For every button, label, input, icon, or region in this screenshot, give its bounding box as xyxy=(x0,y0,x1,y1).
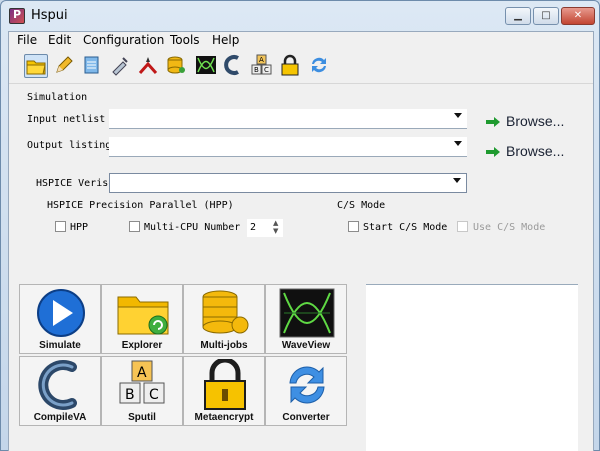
input-browse-button[interactable]: Browse... xyxy=(486,113,565,129)
menu-file[interactable]: File xyxy=(17,33,37,47)
multi-jobs-label: Multi-jobs xyxy=(200,340,248,351)
output-listing-combo[interactable] xyxy=(109,137,467,157)
svg-text:B: B xyxy=(125,387,135,403)
svg-text:A: A xyxy=(137,365,147,381)
open-folder-icon[interactable] xyxy=(24,54,48,78)
waveview-label: WaveView xyxy=(281,340,331,351)
client-area: File Edit Configuration Tools Help A B C… xyxy=(8,31,594,451)
browse-label: Browse... xyxy=(506,113,565,129)
explorer-label: Explorer xyxy=(121,340,163,351)
app-window: Hspui ▁ □ ✕ File Edit Configuration Tool… xyxy=(0,0,600,451)
menu-tools[interactable]: Tools xyxy=(170,33,200,47)
metaencrypt-label: Metaencrypt xyxy=(194,412,254,423)
svg-text:A: A xyxy=(259,56,264,64)
simulation-section-label: Simulation xyxy=(27,92,88,103)
simulate-button[interactable]: Simulate xyxy=(19,284,101,354)
pencil-icon[interactable] xyxy=(53,54,77,78)
green-arrow-icon xyxy=(486,117,500,127)
use-cs-mode-checkbox[interactable] xyxy=(457,221,468,232)
hpp-section-label: HSPICE Precision Parallel (HPP) xyxy=(47,200,234,211)
stepper-arrows-icon[interactable]: ▲ ▼ xyxy=(273,219,283,237)
converter-label: Converter xyxy=(282,412,330,423)
chevron-down-icon xyxy=(454,113,462,118)
waveform-icon xyxy=(279,288,335,338)
simulate-label: Simulate xyxy=(39,340,81,351)
output-browse-button[interactable]: Browse... xyxy=(486,143,565,159)
app-logo-icon xyxy=(9,8,25,24)
folder-icon xyxy=(117,296,169,335)
padlock-icon[interactable] xyxy=(279,54,303,78)
phone-c-icon[interactable] xyxy=(223,54,247,78)
start-cs-mode-label: Start C/S Mode xyxy=(363,222,448,233)
play-icon xyxy=(37,289,85,337)
multicpu-stepper[interactable]: 2 ▲ ▼ xyxy=(247,219,283,237)
output-panel xyxy=(366,284,578,451)
abc-blocks-icon[interactable]: ABC xyxy=(251,54,275,78)
menu-bar: File Edit Configuration Tools Help xyxy=(9,32,593,50)
multicpu-value: 2 xyxy=(250,222,257,233)
padlock-icon xyxy=(204,359,246,410)
toolbar: ABC xyxy=(9,50,593,84)
chevron-down-icon xyxy=(454,141,462,146)
syringe-icon[interactable] xyxy=(109,54,133,78)
compileva-label: CompileVA xyxy=(33,412,87,423)
metaencrypt-button[interactable]: Metaencrypt xyxy=(183,356,265,426)
explorer-button[interactable]: Explorer xyxy=(101,284,183,354)
pliers-icon[interactable] xyxy=(137,54,161,78)
hspice-version-label: HSPICE Verison xyxy=(36,178,121,189)
input-netlist-combo[interactable] xyxy=(109,109,467,129)
window-title: Hspui xyxy=(31,8,68,23)
compile-c-icon xyxy=(38,360,77,410)
compileva-button[interactable]: CompileVA xyxy=(19,356,101,426)
svg-text:C: C xyxy=(149,387,159,403)
title-bar[interactable]: Hspui ▁ □ ✕ xyxy=(1,1,599,31)
start-cs-mode-checkbox[interactable] xyxy=(348,221,359,232)
refresh-arrows-icon[interactable] xyxy=(308,54,332,78)
refresh-arrows-icon xyxy=(289,366,325,404)
maximize-button[interactable]: □ xyxy=(533,7,559,25)
abc-blocks-icon: AB C xyxy=(119,360,165,404)
sputil-label: Sputil xyxy=(128,412,156,423)
multicpu-checkbox[interactable] xyxy=(129,221,140,232)
svg-text:B: B xyxy=(254,66,259,74)
converter-button[interactable]: Converter xyxy=(265,356,347,426)
use-cs-mode-label: Use C/S Mode xyxy=(473,222,546,233)
minimize-button[interactable]: ▁ xyxy=(505,7,531,25)
menu-configuration[interactable]: Configuration xyxy=(83,33,164,47)
coins-icon[interactable] xyxy=(165,54,189,78)
menu-help[interactable]: Help xyxy=(212,33,239,47)
coins-icon xyxy=(202,290,249,334)
input-netlist-label: Input netlist f xyxy=(27,114,118,125)
waveform-icon[interactable] xyxy=(195,54,219,78)
multicpu-label: Multi-CPU Number xyxy=(144,222,241,233)
chevron-down-icon xyxy=(453,178,461,183)
menu-edit[interactable]: Edit xyxy=(48,33,71,47)
multi-jobs-button[interactable]: Multi-jobs xyxy=(183,284,265,354)
green-arrow-icon xyxy=(486,147,500,157)
cs-mode-section-label: C/S Mode xyxy=(337,200,386,211)
waveview-button[interactable]: WaveView xyxy=(265,284,347,354)
sputil-button[interactable]: ABC Sputil xyxy=(101,356,183,426)
hpp-checkbox[interactable] xyxy=(55,221,66,232)
browse-label: Browse... xyxy=(506,143,565,159)
notes-icon[interactable] xyxy=(81,54,105,78)
svg-text:C: C xyxy=(264,66,269,74)
hpp-label: HPP xyxy=(70,222,89,233)
output-listing-label: Output listing xyxy=(27,140,112,151)
hspice-version-combo[interactable] xyxy=(109,173,467,193)
close-button[interactable]: ✕ xyxy=(561,7,595,25)
